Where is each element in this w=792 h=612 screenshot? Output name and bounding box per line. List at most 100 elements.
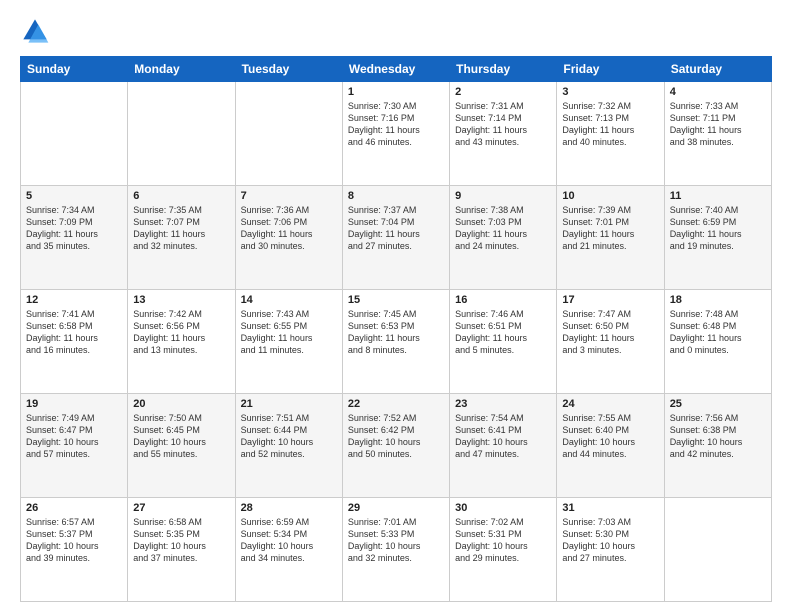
day-number: 24 xyxy=(562,398,658,410)
calendar-week-4: 19Sunrise: 7:49 AM Sunset: 6:47 PM Dayli… xyxy=(21,394,772,498)
calendar-cell: 24 Sunrise: 7:55 AM Sunset: 6:40 PM Dayli… xyxy=(557,394,664,498)
day-number: 10 xyxy=(562,190,658,202)
day-number: 31 xyxy=(562,502,658,514)
day-info: Sunrise: 7:54 AM Sunset: 6:41 PM Dayligh… xyxy=(455,412,551,461)
calendar-cell: 29Sunrise: 7:01 AM Sunset: 5:33 PM Dayli… xyxy=(342,498,449,602)
day-number: 12 xyxy=(26,294,122,306)
calendar-cell: 8 Sunrise: 7:37 AM Sunset: 7:04 PM Daylig… xyxy=(342,186,449,290)
day-number: 17 xyxy=(562,294,658,306)
day-info: Sunrise: 7:32 AM Sunset: 7:13 PM Dayligh… xyxy=(562,100,658,149)
calendar-header-saturday: Saturday xyxy=(664,57,771,82)
logo-icon xyxy=(20,16,50,46)
calendar-cell: 2 Sunrise: 7:31 AM Sunset: 7:14 PM Daylig… xyxy=(450,82,557,186)
day-number: 14 xyxy=(241,294,337,306)
calendar-week-3: 12 Sunrise: 7:41 AM Sunset: 6:58 PM Dayli… xyxy=(21,290,772,394)
day-number: 6 xyxy=(133,190,229,202)
day-number: 28 xyxy=(241,502,337,514)
calendar-cell: 31 Sunrise: 7:03 AM Sunset: 5:30 PM Dayli… xyxy=(557,498,664,602)
day-info: Sunrise: 7:51 AM Sunset: 6:44 PM Dayligh… xyxy=(241,412,337,461)
header xyxy=(20,16,772,46)
day-number: 27 xyxy=(133,502,229,514)
day-info: Sunrise: 7:42 AM Sunset: 6:56 PM Dayligh… xyxy=(133,308,229,357)
calendar-cell: 20 Sunrise: 7:50 AM Sunset: 6:45 PM Dayli… xyxy=(128,394,235,498)
day-info: Sunrise: 7:03 AM Sunset: 5:30 PM Dayligh… xyxy=(562,516,658,565)
day-info: Sunrise: 7:36 AM Sunset: 7:06 PM Dayligh… xyxy=(241,204,337,253)
calendar-cell xyxy=(21,82,128,186)
calendar-week-1: 1 Sunrise: 7:30 AM Sunset: 7:16 PM Daylig… xyxy=(21,82,772,186)
day-info: Sunrise: 7:43 AM Sunset: 6:55 PM Dayligh… xyxy=(241,308,337,357)
calendar-table: SundayMondayTuesdayWednesdayThursdayFrid… xyxy=(20,56,772,602)
calendar-week-5: 26 Sunrise: 6:57 AM Sunset: 5:37 PM Dayli… xyxy=(21,498,772,602)
calendar-cell xyxy=(128,82,235,186)
day-info: Sunrise: 7:52 AM Sunset: 6:42 PM Dayligh… xyxy=(348,412,444,461)
calendar-cell: 4Sunrise: 7:33 AM Sunset: 7:11 PM Daylig… xyxy=(664,82,771,186)
calendar-cell: 15Sunrise: 7:45 AM Sunset: 6:53 PM Dayli… xyxy=(342,290,449,394)
calendar-header-tuesday: Tuesday xyxy=(235,57,342,82)
day-info: Sunrise: 7:34 AM Sunset: 7:09 PM Dayligh… xyxy=(26,204,122,253)
calendar-cell xyxy=(235,82,342,186)
day-info: Sunrise: 7:39 AM Sunset: 7:01 PM Dayligh… xyxy=(562,204,658,253)
calendar-cell: 28 Sunrise: 6:59 AM Sunset: 5:34 PM Dayli… xyxy=(235,498,342,602)
day-info: Sunrise: 7:31 AM Sunset: 7:14 PM Dayligh… xyxy=(455,100,551,149)
day-number: 18 xyxy=(670,294,766,306)
day-number: 29 xyxy=(348,502,444,514)
day-number: 30 xyxy=(455,502,551,514)
calendar-cell: 6 Sunrise: 7:35 AM Sunset: 7:07 PM Daylig… xyxy=(128,186,235,290)
calendar-cell: 23Sunrise: 7:54 AM Sunset: 6:41 PM Dayli… xyxy=(450,394,557,498)
calendar-cell: 18 Sunrise: 7:48 AM Sunset: 6:48 PM Dayli… xyxy=(664,290,771,394)
logo xyxy=(20,16,52,46)
day-number: 22 xyxy=(348,398,444,410)
calendar-cell: 7 Sunrise: 7:36 AM Sunset: 7:06 PM Daylig… xyxy=(235,186,342,290)
calendar-cell: 5 Sunrise: 7:34 AM Sunset: 7:09 PM Daylig… xyxy=(21,186,128,290)
day-info: Sunrise: 7:48 AM Sunset: 6:48 PM Dayligh… xyxy=(670,308,766,357)
day-number: 7 xyxy=(241,190,337,202)
calendar-header-monday: Monday xyxy=(128,57,235,82)
calendar-week-2: 5 Sunrise: 7:34 AM Sunset: 7:09 PM Daylig… xyxy=(21,186,772,290)
day-info: Sunrise: 7:30 AM Sunset: 7:16 PM Dayligh… xyxy=(348,100,444,149)
day-info: Sunrise: 7:35 AM Sunset: 7:07 PM Dayligh… xyxy=(133,204,229,253)
calendar-cell: 25Sunrise: 7:56 AM Sunset: 6:38 PM Dayli… xyxy=(664,394,771,498)
calendar-header-thursday: Thursday xyxy=(450,57,557,82)
calendar-cell: 9 Sunrise: 7:38 AM Sunset: 7:03 PM Daylig… xyxy=(450,186,557,290)
calendar-header-friday: Friday xyxy=(557,57,664,82)
day-number: 3 xyxy=(562,86,658,98)
day-info: Sunrise: 7:55 AM Sunset: 6:40 PM Dayligh… xyxy=(562,412,658,461)
day-number: 25 xyxy=(670,398,766,410)
calendar-cell: 12 Sunrise: 7:41 AM Sunset: 6:58 PM Dayli… xyxy=(21,290,128,394)
day-info: Sunrise: 7:47 AM Sunset: 6:50 PM Dayligh… xyxy=(562,308,658,357)
day-info: Sunrise: 7:49 AM Sunset: 6:47 PM Dayligh… xyxy=(26,412,122,461)
day-number: 9 xyxy=(455,190,551,202)
day-number: 20 xyxy=(133,398,229,410)
calendar-cell: 21 Sunrise: 7:51 AM Sunset: 6:44 PM Dayli… xyxy=(235,394,342,498)
calendar-header-sunday: Sunday xyxy=(21,57,128,82)
day-number: 16 xyxy=(455,294,551,306)
day-info: Sunrise: 7:38 AM Sunset: 7:03 PM Dayligh… xyxy=(455,204,551,253)
day-info: Sunrise: 7:02 AM Sunset: 5:31 PM Dayligh… xyxy=(455,516,551,565)
calendar-cell: 3 Sunrise: 7:32 AM Sunset: 7:13 PM Daylig… xyxy=(557,82,664,186)
calendar-cell: 11Sunrise: 7:40 AM Sunset: 6:59 PM Dayli… xyxy=(664,186,771,290)
calendar-header-wednesday: Wednesday xyxy=(342,57,449,82)
day-number: 13 xyxy=(133,294,229,306)
calendar-cell: 14 Sunrise: 7:43 AM Sunset: 6:55 PM Dayli… xyxy=(235,290,342,394)
day-info: Sunrise: 7:41 AM Sunset: 6:58 PM Dayligh… xyxy=(26,308,122,357)
day-info: Sunrise: 7:37 AM Sunset: 7:04 PM Dayligh… xyxy=(348,204,444,253)
calendar-cell: 10 Sunrise: 7:39 AM Sunset: 7:01 PM Dayli… xyxy=(557,186,664,290)
calendar-cell: 19Sunrise: 7:49 AM Sunset: 6:47 PM Dayli… xyxy=(21,394,128,498)
calendar-header-row: SundayMondayTuesdayWednesdayThursdayFrid… xyxy=(21,57,772,82)
day-info: Sunrise: 7:46 AM Sunset: 6:51 PM Dayligh… xyxy=(455,308,551,357)
day-number: 21 xyxy=(241,398,337,410)
day-number: 26 xyxy=(26,502,122,514)
day-number: 8 xyxy=(348,190,444,202)
day-number: 5 xyxy=(26,190,122,202)
day-info: Sunrise: 6:57 AM Sunset: 5:37 PM Dayligh… xyxy=(26,516,122,565)
calendar-cell: 22 Sunrise: 7:52 AM Sunset: 6:42 PM Dayli… xyxy=(342,394,449,498)
day-number: 2 xyxy=(455,86,551,98)
day-info: Sunrise: 6:59 AM Sunset: 5:34 PM Dayligh… xyxy=(241,516,337,565)
day-info: Sunrise: 6:58 AM Sunset: 5:35 PM Dayligh… xyxy=(133,516,229,565)
calendar-cell: 27 Sunrise: 6:58 AM Sunset: 5:35 PM Dayli… xyxy=(128,498,235,602)
day-info: Sunrise: 7:33 AM Sunset: 7:11 PM Dayligh… xyxy=(670,100,766,149)
day-info: Sunrise: 7:50 AM Sunset: 6:45 PM Dayligh… xyxy=(133,412,229,461)
day-info: Sunrise: 7:40 AM Sunset: 6:59 PM Dayligh… xyxy=(670,204,766,253)
day-number: 1 xyxy=(348,86,444,98)
calendar-cell: 16 Sunrise: 7:46 AM Sunset: 6:51 PM Dayli… xyxy=(450,290,557,394)
